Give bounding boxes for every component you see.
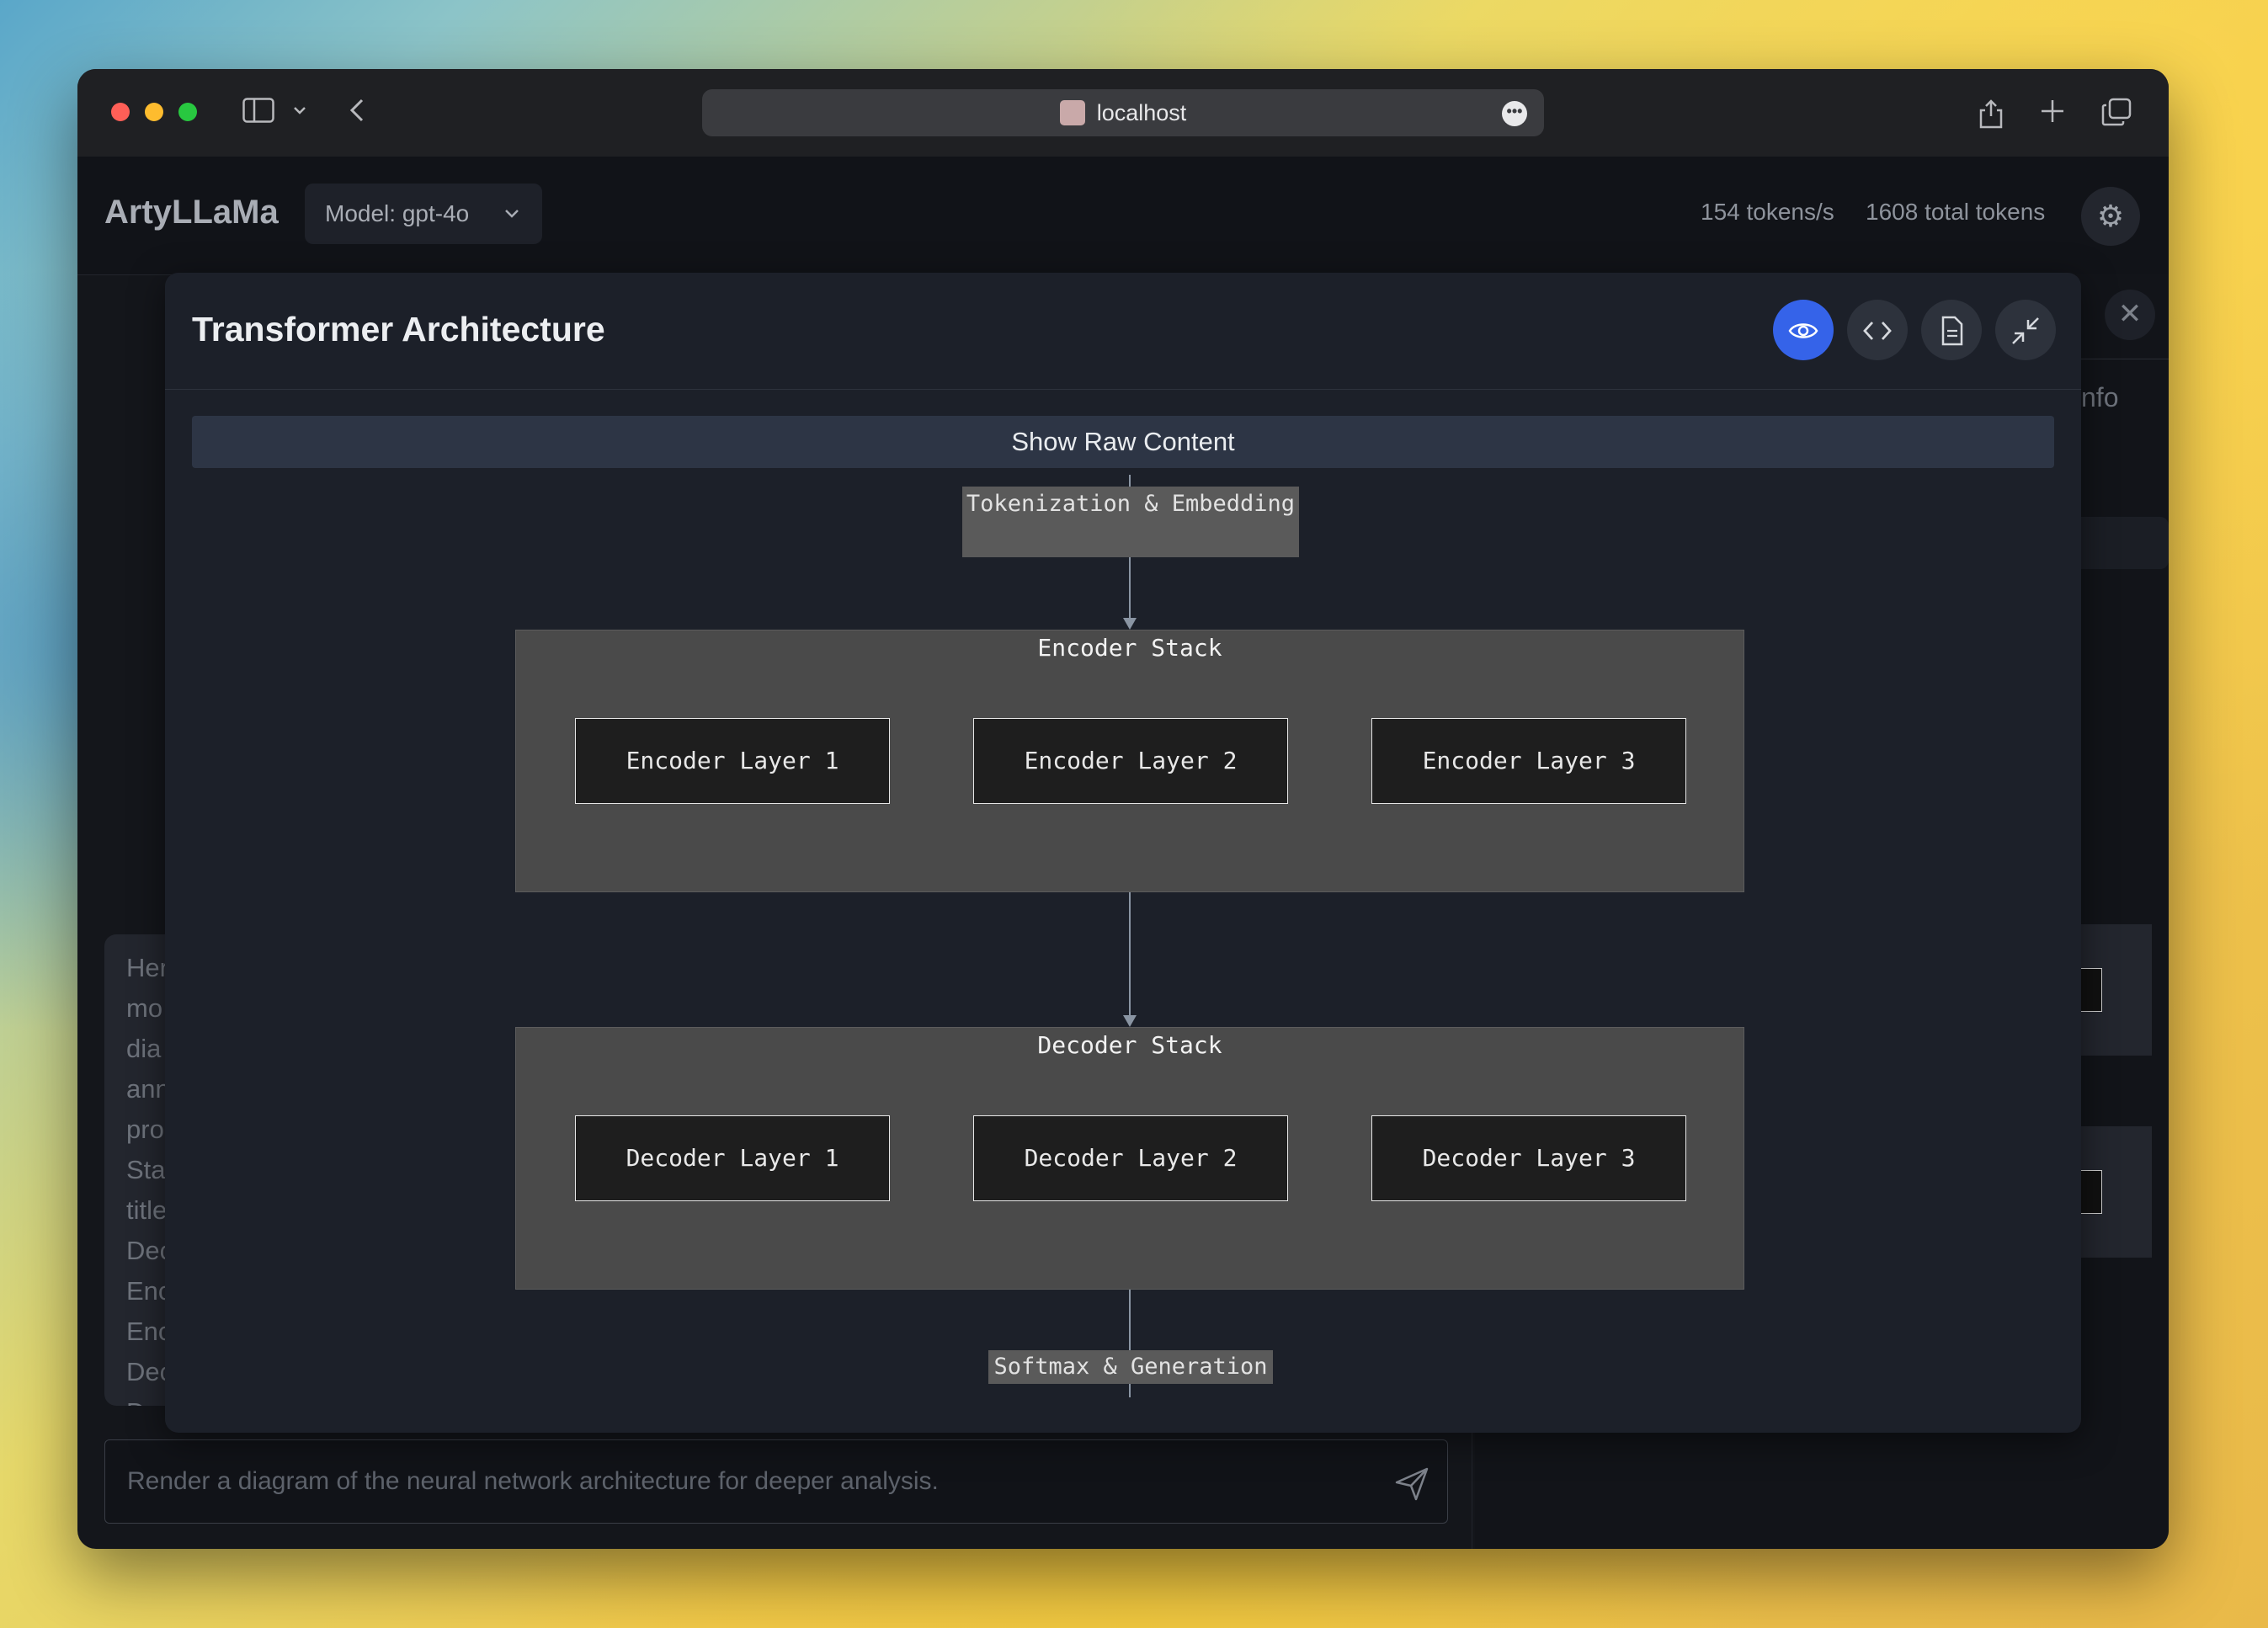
tokens-per-second: 154 tokens/s xyxy=(1701,199,1834,225)
encoder-layer-2: Encoder Layer 2 xyxy=(973,718,1288,804)
gear-icon[interactable]: ⚙ xyxy=(2081,187,2140,246)
minimize-icon[interactable] xyxy=(1995,300,2056,360)
favicon xyxy=(1059,100,1085,125)
zoom-window-button[interactable] xyxy=(178,103,197,121)
encoder-stack-title: Encoder Stack xyxy=(1037,634,1222,662)
close-window-button[interactable] xyxy=(111,103,130,121)
chevron-down-icon xyxy=(503,184,520,269)
decoder-layer-1: Decoder Layer 1 xyxy=(575,1115,890,1201)
show-raw-content-button[interactable]: Show Raw Content xyxy=(192,416,2054,468)
url-text: localhost xyxy=(1096,100,1187,125)
back-icon[interactable] xyxy=(349,98,365,130)
encoder-layer-1: Encoder Layer 1 xyxy=(575,718,890,804)
panel-card-inner xyxy=(2081,1170,2102,1214)
arrow-head xyxy=(1123,1015,1137,1027)
url-bar[interactable]: localhost ••• xyxy=(702,89,1544,136)
tokenization-node: Tokenization & Embedding xyxy=(962,487,1299,557)
decoder-layer-2: Decoder Layer 2 xyxy=(973,1115,1288,1201)
browser-window: localhost ••• ArtyLLaMa Model: gpt-4o 15… xyxy=(77,69,2169,1549)
share-icon[interactable] xyxy=(1978,98,2004,136)
tabs-icon[interactable] xyxy=(2101,98,2132,133)
app-name: ArtyLLaMa xyxy=(104,194,279,231)
panel-tab-info[interactable]: nfo xyxy=(2081,382,2118,413)
code-icon[interactable] xyxy=(1847,300,1908,360)
arrow-head xyxy=(1123,618,1137,630)
browser-titlebar: localhost ••• xyxy=(77,69,2169,157)
decoder-stack-title: Decoder Stack xyxy=(1037,1031,1222,1059)
decoder-stack: Decoder Stack Decoder Layer 1 Decoder La… xyxy=(515,1027,1744,1290)
architecture-diagram: Tokenization & Embedding Encoder Stack E… xyxy=(165,475,2081,1433)
edge xyxy=(1129,557,1131,621)
modal-title: Transformer Architecture xyxy=(192,310,605,348)
eye-icon[interactable] xyxy=(1773,300,1834,360)
plus-icon[interactable] xyxy=(2039,98,2066,131)
total-tokens: 1608 total tokens xyxy=(1866,199,2046,225)
send-icon[interactable] xyxy=(1374,1439,1450,1524)
close-icon[interactable]: ✕ xyxy=(2105,290,2155,340)
chat-input[interactable]: Render a diagram of the neural network a… xyxy=(104,1439,1448,1524)
panel-bar xyxy=(2081,517,2169,569)
panel-card xyxy=(2081,924,2152,1056)
panel-card-inner xyxy=(2081,968,2102,1012)
artifact-modal: Transformer Architecture Show Raw Conten… xyxy=(165,273,2081,1433)
model-label: Model: gpt-4o xyxy=(325,200,470,226)
model-selector[interactable]: Model: gpt-4o xyxy=(305,184,542,244)
minimize-window-button[interactable] xyxy=(145,103,163,121)
modal-divider xyxy=(165,389,2081,390)
app-header: ArtyLLaMa Model: gpt-4o 154 tokens/s 160… xyxy=(77,157,2169,275)
panel-card xyxy=(2081,1126,2152,1258)
document-icon[interactable] xyxy=(1921,300,1982,360)
encoder-layer-3: Encoder Layer 3 xyxy=(1371,718,1686,804)
decoder-layer-3: Decoder Layer 3 xyxy=(1371,1115,1686,1201)
more-icon[interactable]: ••• xyxy=(1502,101,1527,126)
chevron-down-icon[interactable] xyxy=(293,98,306,131)
softmax-node: Softmax & Generation xyxy=(988,1350,1273,1384)
encoder-stack: Encoder Stack Encoder Layer 1 Encoder La… xyxy=(515,630,1744,892)
sidebar-icon[interactable] xyxy=(242,98,274,130)
edge xyxy=(1129,892,1131,1019)
